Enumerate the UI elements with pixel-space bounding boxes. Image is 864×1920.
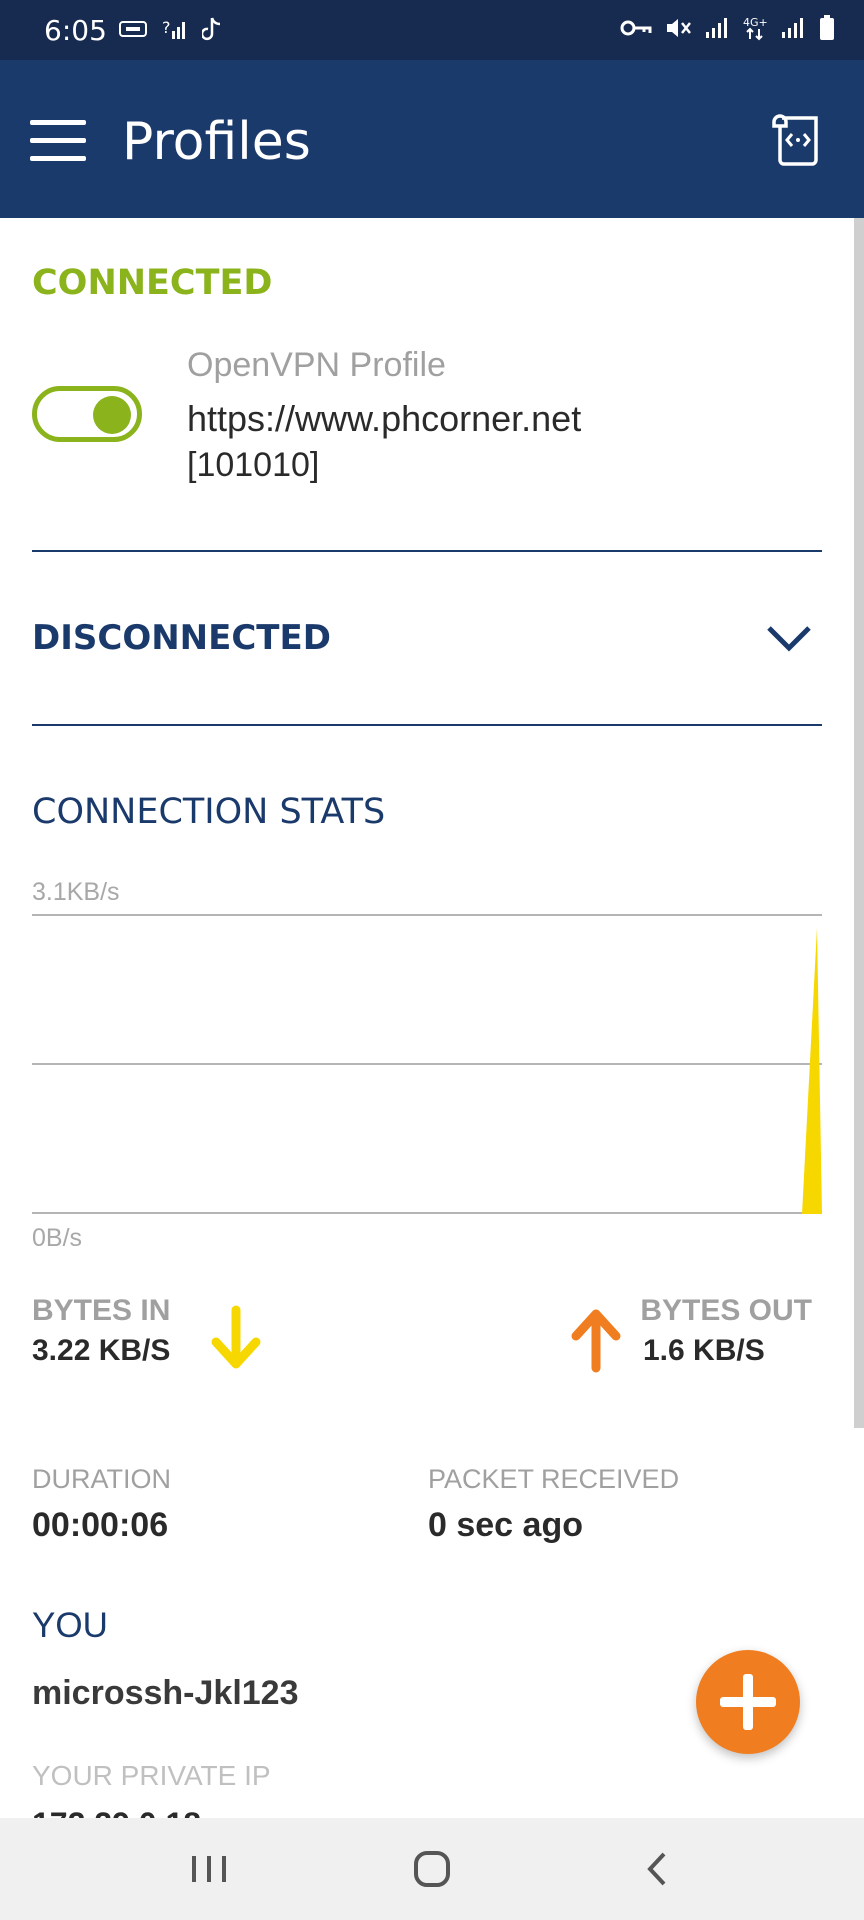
packet-received-label: PACKET RECEIVED bbox=[428, 1464, 680, 1494]
chevron-down-icon[interactable] bbox=[764, 618, 814, 658]
wifi-calling-icon: ? bbox=[162, 18, 185, 39]
mute-icon bbox=[667, 19, 691, 37]
svg-text:?: ? bbox=[162, 18, 171, 37]
profile-id: [101010] bbox=[187, 446, 320, 484]
username-value: microssh-Jkl123 bbox=[32, 1674, 299, 1712]
chart-min-label: 0B/s bbox=[32, 1224, 83, 1252]
main-content: CONNECTED OpenVPN Profile https://www.ph… bbox=[0, 218, 854, 1828]
divider bbox=[32, 724, 822, 726]
bytes-out-label: BYTES OUT bbox=[640, 1294, 812, 1327]
profile-type: OpenVPN Profile bbox=[187, 346, 446, 384]
connected-header: CONNECTED bbox=[32, 263, 273, 303]
upload-arrow-icon bbox=[571, 1309, 621, 1373]
back-icon[interactable] bbox=[632, 1848, 682, 1890]
bytes-out-value: 1.6 KB/S bbox=[643, 1334, 765, 1367]
you-header: YOU bbox=[32, 1606, 108, 1645]
vpn-key-icon bbox=[620, 20, 652, 36]
profile-url[interactable]: https://www.phcorner.net bbox=[187, 398, 581, 440]
svg-text:4G+: 4G+ bbox=[743, 16, 768, 29]
scrollbar[interactable] bbox=[854, 218, 864, 1428]
dex-icon bbox=[119, 21, 147, 37]
4g-icon: 4G+ bbox=[743, 16, 768, 41]
plus-icon-stroke bbox=[743, 1674, 753, 1730]
download-arrow-icon bbox=[211, 1305, 261, 1369]
navigation-bar bbox=[0, 1818, 864, 1920]
page-title: Profiles bbox=[122, 112, 311, 172]
packet-received-value: 0 sec ago bbox=[428, 1506, 583, 1544]
signal-icon bbox=[782, 18, 803, 38]
app-bar: Profiles bbox=[0, 60, 864, 218]
duration-value: 00:00:06 bbox=[32, 1506, 169, 1544]
toggle-knob bbox=[93, 396, 131, 434]
bytes-in-value: 3.22 KB/S bbox=[32, 1334, 171, 1367]
traffic-chart bbox=[32, 914, 822, 1214]
chart-series-area bbox=[32, 927, 822, 1214]
connection-stats-header: CONNECTION STATS bbox=[32, 792, 386, 832]
home-icon[interactable] bbox=[407, 1848, 457, 1890]
private-ip-label: YOUR PRIVATE IP bbox=[32, 1760, 271, 1791]
status-bar: 6:05 ? 4G+ bbox=[0, 0, 864, 60]
connection-toggle[interactable] bbox=[32, 386, 142, 442]
chart-max-label: 3.1KB/s bbox=[32, 878, 120, 906]
tiktok-icon bbox=[202, 17, 221, 41]
log-file-icon[interactable] bbox=[770, 112, 826, 168]
disconnected-header[interactable]: DISCONNECTED bbox=[32, 618, 331, 658]
bytes-in-label: BYTES IN bbox=[32, 1294, 171, 1327]
battery-icon bbox=[820, 15, 834, 40]
status-time: 6:05 bbox=[44, 14, 107, 47]
add-profile-button[interactable] bbox=[696, 1650, 800, 1754]
recent-apps-icon[interactable] bbox=[184, 1848, 234, 1890]
hamburger-menu-icon[interactable] bbox=[30, 120, 86, 162]
divider bbox=[32, 550, 822, 552]
signal-icon bbox=[706, 18, 727, 38]
duration-label: DURATION bbox=[32, 1464, 171, 1494]
